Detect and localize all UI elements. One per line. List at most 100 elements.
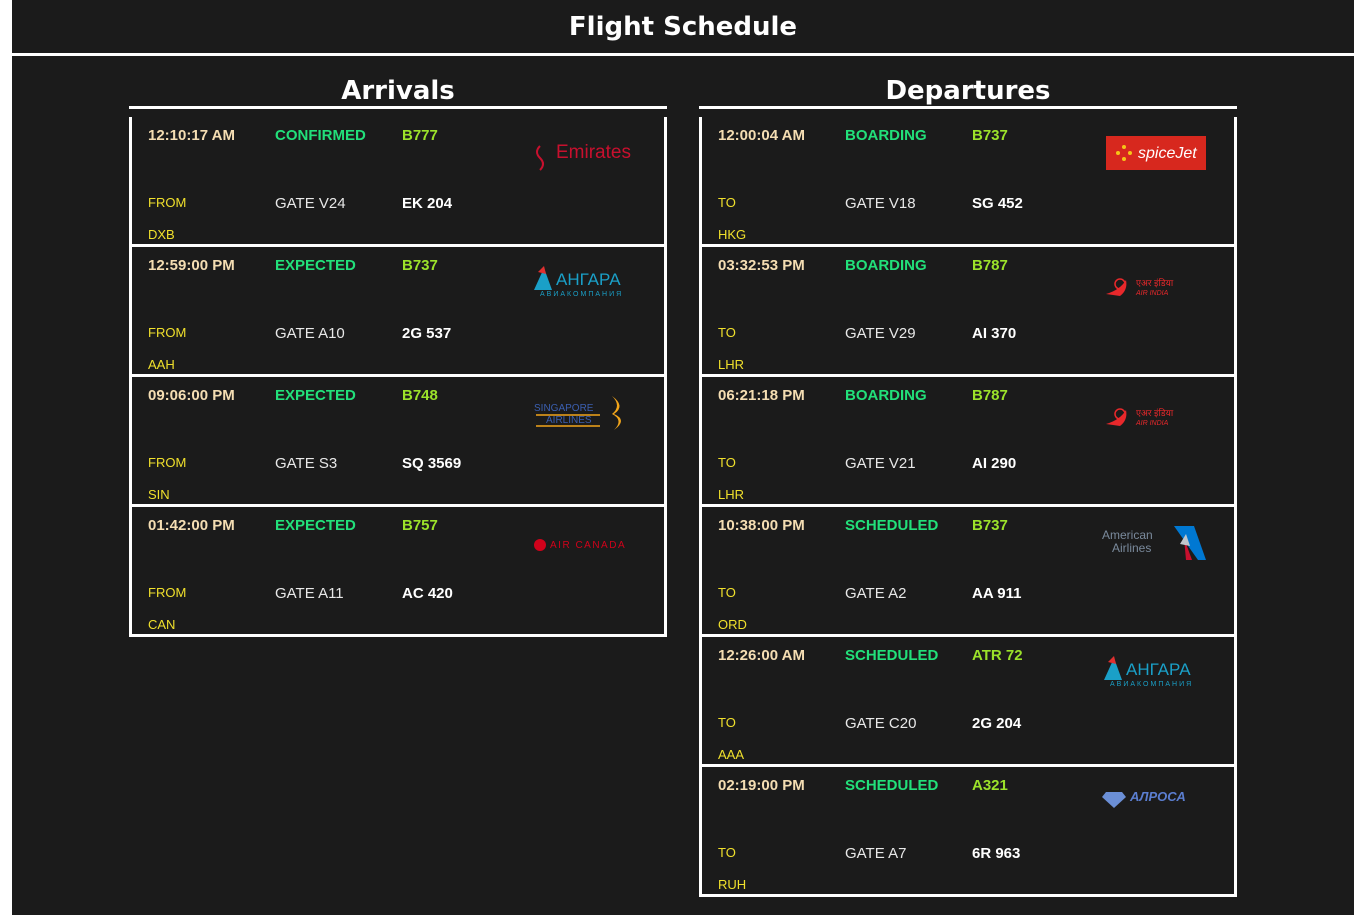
svg-text:AIR CANADA: AIR CANADA bbox=[550, 540, 626, 551]
flight-status: BOARDING bbox=[845, 387, 927, 404]
arrivals-title: Arrivals bbox=[129, 56, 667, 109]
scheduled-time: 10:38:00 PM bbox=[718, 517, 805, 534]
airport-code: DXB bbox=[148, 227, 175, 242]
departures-list: 12:00:04 AM BOARDING B737 TO HKG GATE V18 SG 4… bbox=[699, 117, 1237, 897]
direction-label: TO bbox=[718, 845, 736, 860]
flight-schedule-page: Flight Schedule Arrivals 12:10:17 AM CONF… bbox=[12, 0, 1354, 915]
direction-label: TO bbox=[718, 195, 736, 210]
svg-text:SINGAPORE: SINGAPORE bbox=[534, 403, 594, 414]
svg-text:AIR INDIA: AIR INDIA bbox=[1135, 420, 1169, 427]
gate-label: GATE A10 bbox=[275, 325, 345, 342]
page-title: Flight Schedule bbox=[568, 11, 798, 42]
scheduled-time: 03:32:53 PM bbox=[718, 257, 805, 274]
flight-card: 12:26:00 AM SCHEDULED ATR 72 TO AAA GATE C20 2… bbox=[702, 637, 1234, 767]
arrivals-board: Arrivals 12:10:17 AM CONFIRMED B777 FROM DXB… bbox=[129, 56, 667, 637]
gate-label: GATE A7 bbox=[845, 845, 907, 862]
aircraft-type: B777 bbox=[402, 127, 438, 144]
scheduled-time: 12:10:17 AM bbox=[148, 127, 235, 144]
svg-text:AIR INDIA: AIR INDIA bbox=[1135, 290, 1169, 297]
gate-label: GATE V29 bbox=[845, 325, 916, 342]
aircraft-type: B787 bbox=[972, 387, 1008, 404]
aircraft-type: A321 bbox=[972, 777, 1008, 794]
flight-status: BOARDING bbox=[845, 127, 927, 144]
flight-number: AA 911 bbox=[972, 585, 1022, 602]
flight-status: SCHEDULED bbox=[845, 647, 939, 664]
flight-status: SCHEDULED bbox=[845, 777, 939, 794]
airline-logo: एअर इंडिया AIR INDIA bbox=[1102, 264, 1206, 304]
svg-text:АЛРОСА: АЛРОСА bbox=[1129, 789, 1186, 804]
airline-logo: American Airlines bbox=[1102, 524, 1206, 564]
flight-status: EXPECTED bbox=[275, 387, 356, 404]
airline-logo: एअर इंडिया AIR INDIA bbox=[1102, 394, 1206, 434]
svg-text:Airlines: Airlines bbox=[1112, 541, 1151, 555]
gate-label: GATE S3 bbox=[275, 455, 338, 472]
gate-label: GATE V18 bbox=[845, 195, 916, 212]
flight-card: 10:38:00 PM SCHEDULED B737 TO ORD GATE A2 AA 9… bbox=[702, 507, 1234, 637]
gate-label: GATE A2 bbox=[845, 585, 907, 602]
airport-code: ORD bbox=[718, 617, 747, 632]
gate-label: GATE V24 bbox=[275, 195, 346, 212]
direction-label: FROM bbox=[148, 325, 187, 340]
direction-label: TO bbox=[718, 325, 736, 340]
departures-title: Departures bbox=[699, 56, 1237, 109]
flight-status: SCHEDULED bbox=[845, 517, 939, 534]
flight-card: 12:59:00 PM EXPECTED B737 FROM AAH GATE A10 2G… bbox=[132, 247, 664, 377]
svg-text:American: American bbox=[1102, 528, 1153, 542]
flight-card: 12:00:04 AM BOARDING B737 TO HKG GATE V18 SG 4… bbox=[702, 117, 1234, 247]
flight-card: 03:32:53 PM BOARDING B787 TO LHR GATE V29 AI 3… bbox=[702, 247, 1234, 377]
flight-status: BOARDING bbox=[845, 257, 927, 274]
svg-text:АВИАКОМПАНИЯ: АВИАКОМПАНИЯ bbox=[540, 291, 623, 298]
svg-text:АНГАРА: АНГАРА bbox=[1126, 660, 1191, 679]
flight-card: 06:21:18 PM BOARDING B787 TO LHR GATE V21 AI 2… bbox=[702, 377, 1234, 507]
direction-label: FROM bbox=[148, 455, 187, 470]
airport-code: CAN bbox=[148, 617, 176, 632]
svg-text:एअर इंडिया: एअर इंडिया bbox=[1136, 277, 1174, 288]
flight-status: CONFIRMED bbox=[275, 127, 366, 144]
direction-label: FROM bbox=[148, 195, 187, 210]
flight-number: SQ 3569 bbox=[402, 455, 462, 472]
flight-status: EXPECTED bbox=[275, 517, 356, 534]
aircraft-type: B757 bbox=[402, 517, 438, 534]
direction-label: TO bbox=[718, 715, 736, 730]
airport-code: LHR bbox=[718, 357, 745, 372]
aircraft-type: B748 bbox=[402, 387, 438, 404]
svg-text:Emirates: Emirates bbox=[556, 142, 631, 163]
direction-label: FROM bbox=[148, 585, 187, 600]
gate-label: GATE C20 bbox=[845, 715, 917, 732]
scheduled-time: 12:00:04 AM bbox=[718, 127, 805, 144]
scheduled-time: 02:19:00 PM bbox=[718, 777, 805, 794]
flight-number: 2G 204 bbox=[972, 715, 1022, 732]
flight-card: 01:42:00 PM EXPECTED B757 FROM CAN GATE A11 AC… bbox=[132, 507, 664, 637]
scheduled-time: 06:21:18 PM bbox=[718, 387, 805, 404]
flight-number: 2G 537 bbox=[402, 325, 452, 342]
aircraft-type: B737 bbox=[402, 257, 438, 274]
airport-code: SIN bbox=[148, 487, 170, 502]
scheduled-time: 01:42:00 PM bbox=[148, 517, 235, 534]
flight-card: 09:06:00 PM EXPECTED B748 FROM SIN GATE S3 SQ … bbox=[132, 377, 664, 507]
airline-logo: АНГАРА АВИАКОМПАНИЯ bbox=[1102, 654, 1206, 694]
flight-number: AC 420 bbox=[402, 585, 453, 602]
aircraft-type: B737 bbox=[972, 517, 1008, 534]
flight-number: SG 452 bbox=[972, 195, 1023, 212]
scheduled-time: 12:26:00 AM bbox=[718, 647, 805, 664]
flight-number: EK 204 bbox=[402, 195, 453, 212]
page-header: Flight Schedule bbox=[12, 0, 1354, 56]
aircraft-type: B737 bbox=[972, 127, 1008, 144]
flight-number: AI 370 bbox=[972, 325, 1017, 342]
flight-number: AI 290 bbox=[972, 455, 1017, 472]
airline-logo: АНГАРА АВИАКОМПАНИЯ bbox=[532, 264, 636, 304]
svg-text:एअर इंडिया: एअर इंडिया bbox=[1136, 407, 1174, 418]
gate-label: GATE A11 bbox=[275, 585, 344, 602]
airline-logo: АЛРОСА bbox=[1102, 784, 1206, 824]
airline-logo: Emirates bbox=[532, 134, 636, 174]
svg-text:spiceJet: spiceJet bbox=[1138, 145, 1197, 162]
airline-logo: SINGAPORE AIRLINES bbox=[532, 394, 636, 434]
airport-code: RUH bbox=[718, 877, 747, 892]
aircraft-type: ATR 72 bbox=[972, 647, 1023, 664]
airport-code: AAH bbox=[148, 357, 175, 372]
gate-label: GATE V21 bbox=[845, 455, 916, 472]
airline-logo: AIR CANADA bbox=[532, 524, 636, 564]
aircraft-type: B787 bbox=[972, 257, 1008, 274]
svg-text:AIRLINES: AIRLINES bbox=[546, 415, 592, 426]
departures-board: Departures 12:00:04 AM BOARDING B737 TO HKG G… bbox=[699, 56, 1237, 897]
